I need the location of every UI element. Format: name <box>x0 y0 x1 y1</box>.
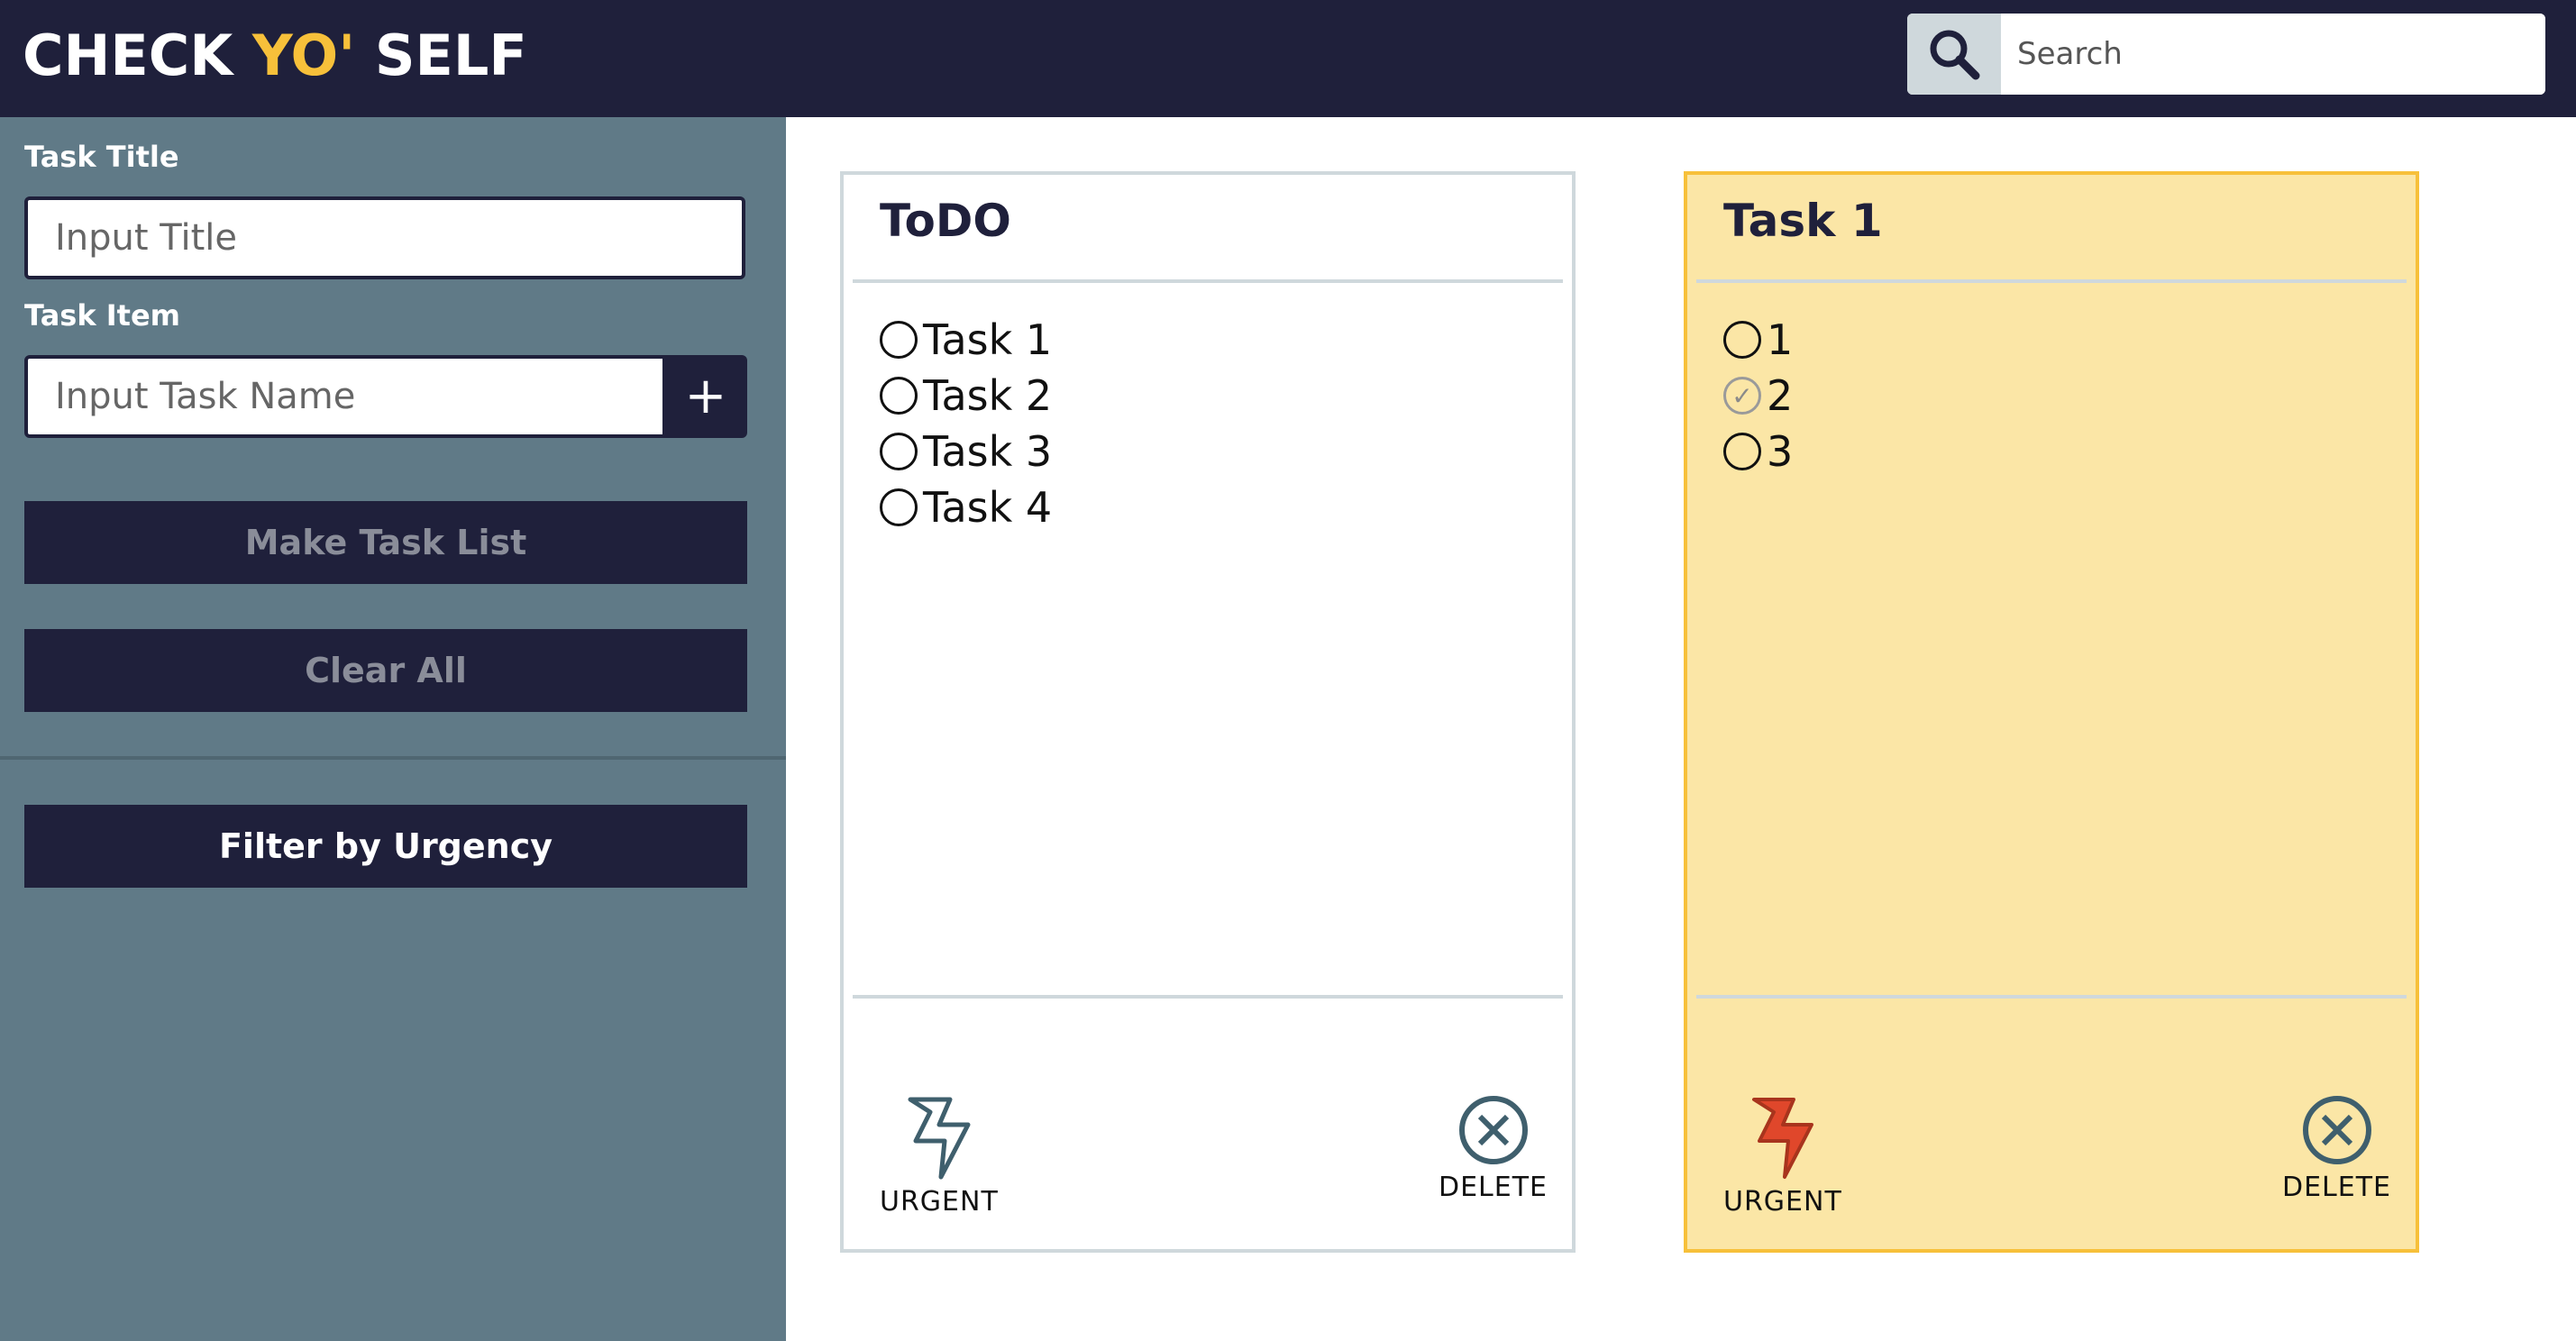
delete-button[interactable]: DELETE <box>2282 1094 2391 1203</box>
task-label: 2 <box>1767 371 1794 420</box>
task-checkbox[interactable] <box>1723 433 1761 470</box>
make-task-list-button[interactable]: Make Task List <box>24 501 747 584</box>
task-label: Task 3 <box>923 427 1053 476</box>
lightning-active-icon <box>1751 1098 1813 1179</box>
delete-circle-x-icon <box>2302 1096 2371 1164</box>
clear-all-button[interactable]: Clear All <box>24 629 747 712</box>
task-item: Task 3 <box>880 424 1052 479</box>
urgent-label: URGENT <box>880 1186 999 1218</box>
task-checkbox[interactable] <box>880 377 918 415</box>
lightning-icon <box>908 1097 971 1180</box>
delete-label: DELETE <box>2282 1172 2392 1203</box>
task-item-input[interactable] <box>24 355 666 438</box>
task-label: Task 1 <box>923 315 1053 364</box>
card-divider <box>1696 279 2407 283</box>
task-item: 1 <box>1723 312 1793 368</box>
magnifier-icon <box>1930 30 1980 80</box>
task-checkbox[interactable] <box>880 321 918 359</box>
task-item: Task 4 <box>880 479 1052 535</box>
filter-by-urgency-button[interactable]: Filter by Urgency <box>24 805 747 888</box>
task-item: ✓ 2 <box>1723 368 1793 424</box>
delete-button[interactable]: DELETE <box>1439 1094 1548 1203</box>
task-card: ToDO Task 1 Task 2 Task 3 Task 4 URGENT … <box>840 171 1576 1253</box>
logo-text-check: CHECK <box>23 23 252 88</box>
card-title: Task 1 <box>1723 195 1883 247</box>
task-title-label: Task Title <box>24 140 179 174</box>
task-item: Task 1 <box>880 312 1052 368</box>
task-checkbox[interactable] <box>1723 321 1761 359</box>
sidebar-divider <box>0 756 786 760</box>
app-logo: CHECK YO' SELF <box>23 22 527 90</box>
urgent-label: URGENT <box>1723 1186 1842 1218</box>
search-button[interactable] <box>1907 14 2001 95</box>
task-label: 1 <box>1767 315 1794 364</box>
task-item: Task 2 <box>880 368 1052 424</box>
search-input[interactable] <box>2001 14 2545 95</box>
task-checkbox[interactable] <box>880 488 918 526</box>
logo-text-yo: YO' <box>251 23 356 88</box>
logo-text-self: SELF <box>355 23 527 88</box>
task-label: Task 4 <box>923 483 1053 532</box>
task-list: Task 1 Task 2 Task 3 Task 4 <box>880 312 1052 535</box>
app-header: CHECK YO' SELF <box>0 0 2576 117</box>
task-list: 1 ✓ 2 3 <box>1723 312 1793 479</box>
sidebar: Task Title Task Item + Make Task List Cl… <box>0 117 786 1341</box>
card-divider <box>853 279 1563 283</box>
task-label: Task 2 <box>923 371 1053 420</box>
delete-circle-x-icon <box>1458 1096 1528 1164</box>
task-title-input[interactable] <box>24 196 745 279</box>
task-item-label: Task Item <box>24 298 181 333</box>
task-card-urgent: Task 1 1 ✓ 2 3 URGENT DELETE <box>1684 171 2419 1253</box>
search-bar <box>1907 14 2545 95</box>
urgent-button[interactable]: URGENT <box>880 1094 999 1218</box>
task-item: 3 <box>1723 424 1793 479</box>
add-task-item-button[interactable]: + <box>664 355 747 438</box>
task-label: 3 <box>1767 427 1794 476</box>
task-checkbox[interactable] <box>880 433 918 470</box>
task-checkbox-checked[interactable]: ✓ <box>1723 377 1761 415</box>
delete-label: DELETE <box>1439 1172 1548 1203</box>
card-title: ToDO <box>880 195 1011 247</box>
card-divider <box>1696 995 2407 999</box>
card-divider <box>853 995 1563 999</box>
urgent-button[interactable]: URGENT <box>1723 1094 1842 1218</box>
